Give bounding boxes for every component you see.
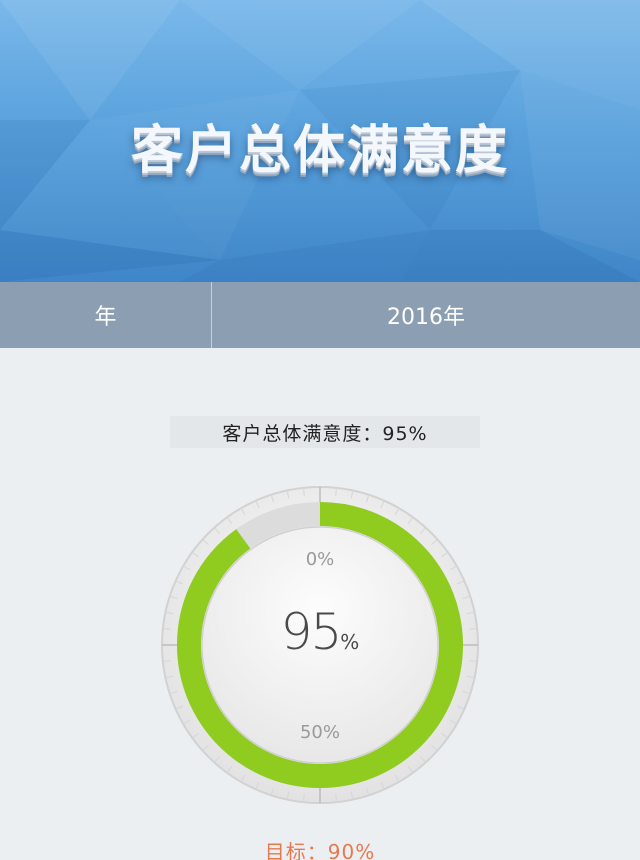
metric-heading: 客户总体满意度：95% (170, 416, 480, 448)
gauge-value-unit: % (340, 630, 360, 654)
filter-bar: 年 2016年 (0, 282, 640, 348)
header-banner: 客户总体满意度 (0, 0, 640, 282)
gauge-tick-label-bottom: 50% (299, 722, 340, 743)
page-title: 客户总体满意度 (130, 121, 509, 181)
gauge-tick-label-top: 0% (305, 549, 335, 570)
year-label: 年 (0, 282, 212, 348)
satisfaction-gauge: 0% 95% 50% (160, 485, 480, 805)
target-text: 目标：90% (264, 840, 376, 860)
year-selector[interactable]: 2016年 (212, 282, 640, 348)
gauge-value: 95% (160, 603, 480, 661)
gauge-value-number: 95 (280, 603, 343, 661)
